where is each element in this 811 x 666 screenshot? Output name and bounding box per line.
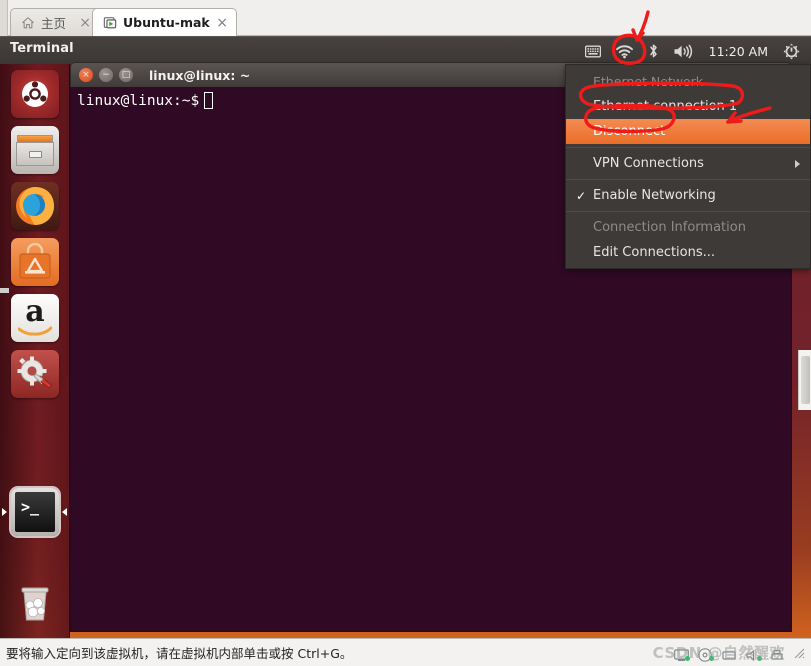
- launcher-item-ubuntu-dash[interactable]: [11, 70, 59, 118]
- menu-item-vpn-connections[interactable]: VPN Connections: [566, 151, 810, 176]
- terminal-close-button[interactable]: ×: [79, 68, 93, 82]
- menu-section-ethernet-network: Ethernet Network: [593, 74, 704, 89]
- launcher-running-arrow-left-icon: [2, 508, 7, 516]
- tab-ubuntu-makeru-label: Ubuntu-makeru: [123, 15, 210, 30]
- ubuntu-top-panel: Terminal 11:20 AM: [0, 36, 811, 64]
- vm-icon: [103, 16, 117, 28]
- tab-home-close-icon[interactable]: ×: [79, 16, 91, 30]
- trash-icon: [21, 587, 49, 621]
- bluetooth-icon[interactable]: [641, 37, 666, 65]
- amazon-letter-a: a: [25, 294, 45, 329]
- terminal-maximize-button[interactable]: □: [119, 68, 133, 82]
- tab-ubuntu-makeru-close-icon[interactable]: ×: [216, 16, 228, 30]
- panel-indicator-tray: 11:20 AM: [578, 37, 807, 65]
- terminal-prompt-text: linux@linux:~$: [77, 92, 200, 109]
- terminal-minimize-button[interactable]: −: [99, 68, 113, 82]
- resize-grip-icon[interactable]: [794, 648, 805, 659]
- menu-item-edit-connections[interactable]: Edit Connections...: [566, 240, 810, 265]
- volume-icon[interactable]: [666, 37, 701, 65]
- status-message: 要将输入定向到该虚拟机，请在虚拟机内部单击或按 Ctrl+G。: [6, 646, 353, 661]
- terminal-cursor: [204, 92, 214, 109]
- menu-item-enable-networking-label: Enable Networking: [593, 188, 716, 203]
- unity-launcher: a >_: [0, 64, 70, 638]
- vmware-status-bar: 要将输入定向到该虚拟机，请在虚拟机内部单击或按 Ctrl+G。 CSDN @自然…: [0, 638, 811, 666]
- launcher-item-files[interactable]: [11, 126, 59, 174]
- launcher-item-amazon[interactable]: a: [11, 294, 59, 342]
- vm-left-scroll-indicator[interactable]: [0, 288, 9, 293]
- chevron-right-icon: [795, 159, 800, 168]
- launcher-item-firefox[interactable]: [11, 182, 59, 230]
- launcher-item-terminal[interactable]: >_: [11, 488, 59, 536]
- keyboard-indicator-icon[interactable]: [578, 37, 608, 65]
- menu-item-enable-networking[interactable]: ✓ Enable Networking: [566, 183, 810, 208]
- tab-ubuntu-makeru[interactable]: Ubuntu-makeru ×: [92, 8, 237, 36]
- launcher-focused-arrow-right-icon: [62, 508, 67, 516]
- tab-home[interactable]: 主页 ×: [10, 8, 100, 36]
- amazon-smile-icon: [18, 326, 52, 336]
- menu-item-vpn-connections-label: VPN Connections: [593, 156, 704, 171]
- menu-separator-3: [566, 211, 810, 212]
- menu-separator-1: [566, 147, 810, 148]
- panel-app-title[interactable]: Terminal: [10, 41, 74, 56]
- check-icon: ✓: [576, 188, 587, 203]
- vmware-window: 主页 × Ubuntu-makeru × Terminal: [0, 0, 811, 666]
- tab-home-label: 主页: [41, 16, 67, 31]
- ubuntu-logo-icon: [22, 81, 48, 107]
- terminal-title-label: linux@linux: ~: [149, 67, 251, 83]
- csdn-watermark: CSDN @自然醒欢: [652, 644, 785, 662]
- software-bag-icon: [19, 243, 51, 279]
- vmware-tab-strip: 主页 × Ubuntu-makeru ×: [0, 0, 811, 36]
- power-gear-icon[interactable]: [776, 37, 807, 65]
- launcher-item-system-settings[interactable]: [11, 350, 59, 398]
- vm-vertical-scrollbar[interactable]: [798, 350, 811, 410]
- panel-clock[interactable]: 11:20 AM: [701, 44, 776, 59]
- menu-item-disconnect[interactable]: Disconnect: [566, 119, 810, 144]
- launcher-item-trash[interactable]: [11, 580, 59, 628]
- home-icon: [22, 16, 34, 28]
- menu-item-ethernet-connection-1[interactable]: Ethernet connection 1: [566, 94, 810, 119]
- menu-item-connection-information: Connection Information: [593, 220, 746, 235]
- terminal-glyph: >_: [21, 498, 40, 516]
- wifi-network-icon[interactable]: [608, 37, 641, 65]
- launcher-item-ubuntu-software[interactable]: [11, 238, 59, 286]
- firefox-icon: [16, 187, 54, 225]
- network-indicator-menu: Ethernet Network Ethernet connection 1 D…: [565, 64, 811, 269]
- menu-separator-2: [566, 179, 810, 180]
- settings-gear-icon: [17, 356, 53, 389]
